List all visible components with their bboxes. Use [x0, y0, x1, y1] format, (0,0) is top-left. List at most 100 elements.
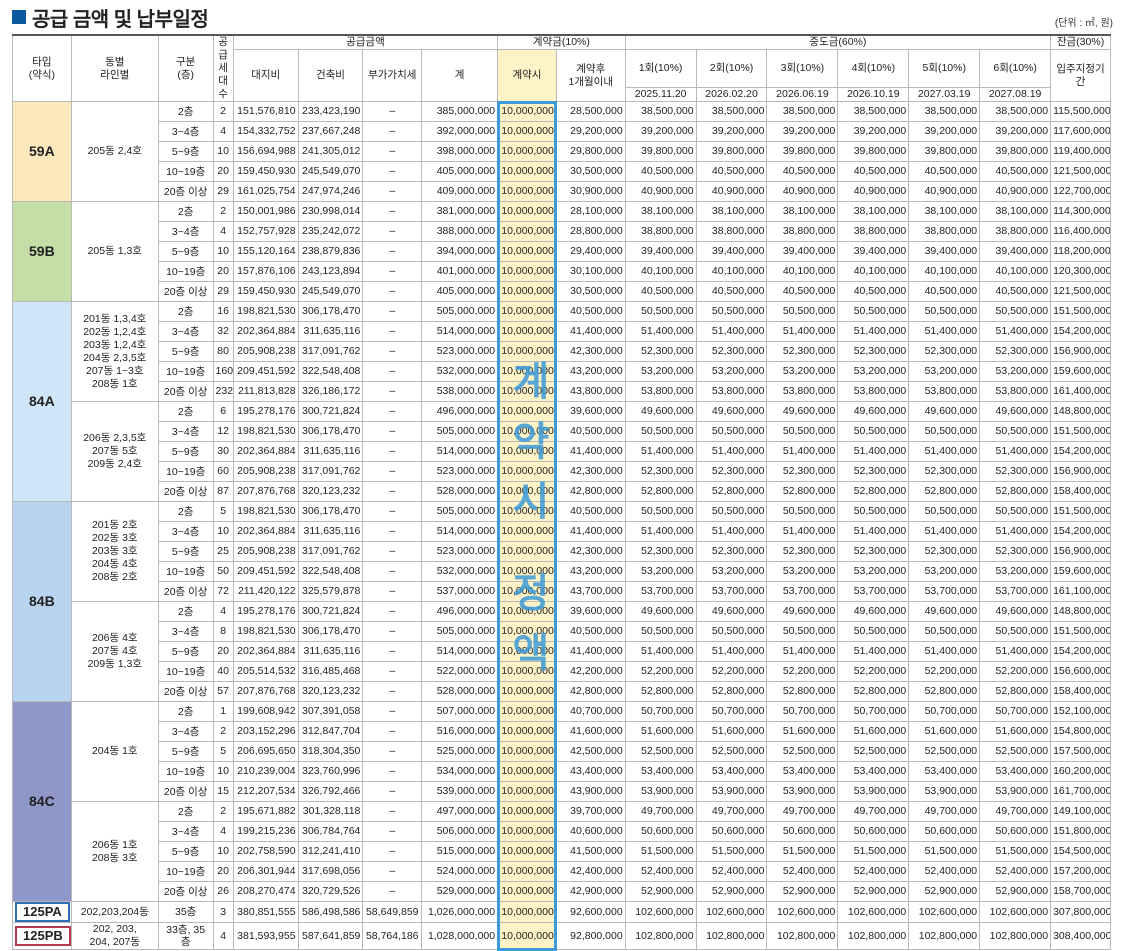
table-row: 3~4층 32 202,364,884 311,635,116–514,000,000… — [13, 321, 1111, 342]
amount-cell: 507,000,000 — [421, 701, 499, 722]
amount-cell: 52,400,000 — [695, 861, 768, 882]
floor-cell: 20층 이상 — [157, 281, 214, 302]
amount-cell: 39,400,000 — [979, 241, 1052, 262]
floor-cell: 2층 — [157, 201, 214, 222]
floor-cell: 3~4층 — [157, 221, 214, 242]
amount-cell: 51,600,000 — [837, 721, 910, 742]
amount-cell: 149,100,000 — [1050, 801, 1111, 822]
amount-cell: 51,600,000 — [979, 721, 1052, 742]
table-row: 20층 이상 57 207,876,768 320,123,232–528,000,0… — [13, 681, 1111, 702]
amount-cell: 51,400,000 — [837, 321, 910, 342]
amount-cell: 41,600,000 — [555, 721, 626, 742]
amount-cell: 322,548,408 — [297, 361, 364, 382]
amount-cell: 52,800,000 — [624, 481, 697, 502]
amount-cell: 203,152,296 — [232, 721, 299, 742]
units-cell: 10 — [212, 141, 234, 162]
amount-cell: 10,000,000 — [497, 721, 557, 742]
amount-cell: 158,400,000 — [1050, 481, 1111, 502]
amount-cell: 160,200,000 — [1050, 761, 1111, 782]
amount-cell: 307,391,058 — [297, 701, 364, 722]
table-row: 10~19층 40 205,514,532 316,485,468–522,000,0… — [13, 661, 1111, 682]
amount-cell: 92,800,000 — [555, 922, 626, 950]
amount-cell: 51,600,000 — [908, 721, 981, 742]
floor-cell: 2층 — [157, 101, 214, 122]
amount-cell: 50,500,000 — [837, 421, 910, 442]
header-mid-3: 3회(10%) — [766, 49, 839, 88]
amount-cell: 39,200,000 — [695, 121, 768, 142]
amount-cell: 52,400,000 — [908, 861, 981, 882]
table-row: 10~19층 160 209,451,592 322,548,408–532,000,… — [13, 361, 1111, 382]
amount-cell: 40,500,000 — [555, 301, 626, 322]
amount-cell: 40,500,000 — [837, 281, 910, 302]
amount-cell: 52,300,000 — [979, 461, 1052, 482]
amount-cell: 10,000,000 — [497, 701, 557, 722]
amount-cell: 311,635,116 — [297, 521, 364, 542]
square-bullet-icon — [12, 10, 26, 24]
amount-cell: 39,600,000 — [555, 601, 626, 622]
amount-cell: 102,800,000 — [908, 922, 981, 950]
table-row: 10~19층 20 157,876,106 243,123,894–401,000,0… — [13, 261, 1111, 282]
amount-cell: 50,500,000 — [979, 421, 1052, 442]
amount-cell: 211,813,828 — [232, 381, 299, 402]
amount-cell: 49,600,000 — [624, 601, 697, 622]
amount-cell: 51,400,000 — [695, 441, 768, 462]
amount-cell: 38,800,000 — [695, 221, 768, 242]
amount-cell: 50,600,000 — [624, 821, 697, 842]
amount-cell: 154,500,000 — [1050, 841, 1111, 862]
amount-cell: – — [362, 141, 423, 162]
amount-cell: – — [362, 121, 423, 142]
amount-cell: 40,900,000 — [624, 181, 697, 202]
amount-cell: 39,800,000 — [908, 141, 981, 162]
amount-cell: 53,700,000 — [695, 581, 768, 602]
floor-cell: 20층 이상 — [157, 381, 214, 402]
amount-cell: 10,000,000 — [497, 681, 557, 702]
amount-cell: 49,700,000 — [624, 801, 697, 822]
amount-cell: 161,025,754 — [232, 181, 299, 202]
amount-cell: 10,000,000 — [497, 421, 557, 442]
amount-cell: 42,300,000 — [555, 461, 626, 482]
table-row: 10~19층 60 205,908,238 317,091,762–523,000,0… — [13, 461, 1111, 482]
amount-cell: 235,242,072 — [297, 221, 364, 242]
amount-cell: – — [362, 501, 423, 522]
amount-cell: 322,548,408 — [297, 561, 364, 582]
amount-cell: 52,300,000 — [979, 541, 1052, 562]
amount-cell: 50,500,000 — [624, 421, 697, 442]
amount-cell: 51,400,000 — [979, 441, 1052, 462]
type-cell: 59A — [12, 101, 72, 202]
amount-cell: 38,800,000 — [979, 221, 1052, 242]
amount-cell: 155,120,164 — [232, 241, 299, 262]
amount-cell: 39,400,000 — [766, 241, 839, 262]
floor-cell: 5~9층 — [157, 141, 214, 162]
amount-cell: 1,026,000,000 — [421, 901, 499, 923]
floor-cell: 3~4층 — [157, 321, 214, 342]
amount-cell: 51,600,000 — [695, 721, 768, 742]
amount-cell: 245,549,070 — [297, 161, 364, 182]
amount-cell: 53,200,000 — [979, 361, 1052, 382]
amount-cell: 51,400,000 — [766, 441, 839, 462]
amount-cell: 154,332,752 — [232, 121, 299, 142]
amount-cell: 38,800,000 — [837, 221, 910, 242]
amount-cell: 306,178,470 — [297, 301, 364, 322]
amount-cell: 52,900,000 — [695, 881, 768, 902]
amount-cell: 53,800,000 — [624, 381, 697, 402]
amount-cell: 199,608,942 — [232, 701, 299, 722]
amount-cell: 10,000,000 — [497, 581, 557, 602]
header-building: 건축비 — [297, 49, 364, 102]
amount-cell: 102,800,000 — [624, 922, 697, 950]
units-cell: 2 — [212, 721, 234, 742]
amount-cell: 40,500,000 — [695, 161, 768, 182]
amount-cell: 52,900,000 — [766, 881, 839, 902]
amount-cell: 211,420,122 — [232, 581, 299, 602]
amount-cell: 532,000,000 — [421, 561, 499, 582]
amount-cell: 40,900,000 — [908, 181, 981, 202]
header-land: 대지비 — [232, 49, 299, 102]
amount-cell: 53,700,000 — [766, 581, 839, 602]
amount-cell: 388,000,000 — [421, 221, 499, 242]
units-cell: 26 — [212, 881, 234, 902]
amount-cell: 320,729,526 — [297, 881, 364, 902]
amount-cell: 307,800,000 — [1050, 901, 1111, 923]
amount-cell: 50,700,000 — [908, 701, 981, 722]
amount-cell: 53,900,000 — [624, 781, 697, 802]
amount-cell: 52,400,000 — [837, 861, 910, 882]
amount-cell: 51,400,000 — [766, 321, 839, 342]
